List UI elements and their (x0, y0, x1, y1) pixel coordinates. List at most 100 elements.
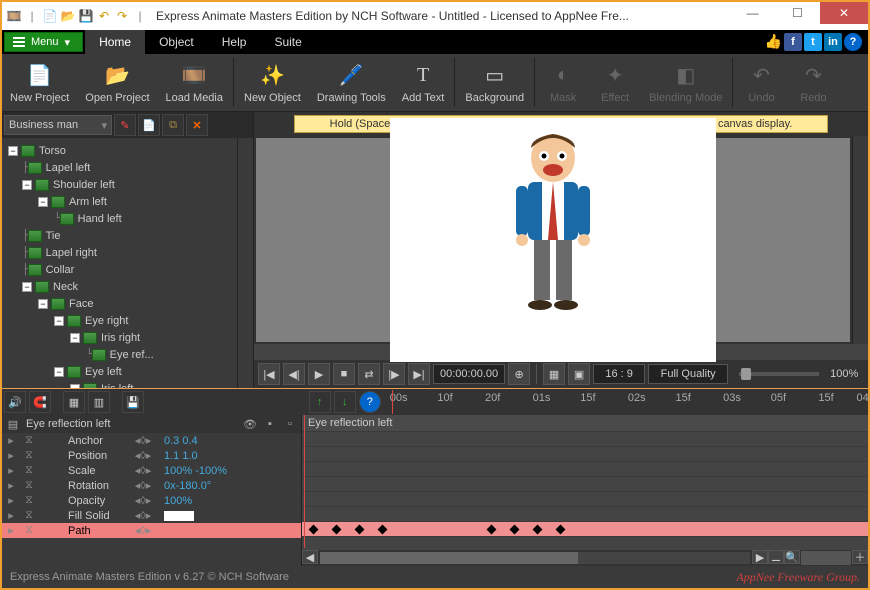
redo-button[interactable]: ↷Redo (787, 54, 839, 111)
prop-toggle-icon[interactable]: ▸ (2, 464, 20, 477)
load-media-button[interactable]: 🎞️Load Media (158, 54, 232, 111)
duplicate-icon[interactable]: ⧉ (162, 114, 184, 136)
playhead-line[interactable] (304, 415, 305, 548)
maximize-button[interactable]: ☐ (775, 2, 820, 24)
step-back-button[interactable]: ◀| (283, 363, 305, 385)
move-down-icon[interactable]: ↓ (334, 391, 356, 413)
tree-item-label[interactable]: Hand left (78, 213, 122, 225)
twitter-icon[interactable]: t (804, 33, 822, 51)
track-row[interactable] (302, 507, 868, 522)
property-row[interactable]: ▸⧖Path◂◊▸ (2, 523, 301, 538)
timeline-zoom-slider[interactable] (801, 551, 851, 565)
keyframe-icon[interactable] (332, 525, 342, 535)
loop-button[interactable]: ⇄ (358, 363, 380, 385)
blending-mode-button[interactable]: ◧Blending Mode (641, 54, 730, 111)
timecode-field[interactable]: 00:00:00.00 (433, 364, 505, 384)
tree-collapse-icon[interactable]: − (54, 316, 64, 326)
keyframe-icon[interactable] (378, 525, 388, 535)
collapse-icon[interactable]: ▤ (6, 417, 20, 431)
magnet-icon[interactable]: 🧲 (29, 391, 51, 413)
scroll-left-icon[interactable]: ◀ (302, 550, 318, 564)
effect-button[interactable]: ✦Effect (589, 54, 641, 111)
track-row[interactable] (302, 447, 868, 462)
new-object-button[interactable]: ✨New Object (236, 54, 309, 111)
property-row[interactable]: ▸⧖Opacity◂◊▸100% (2, 493, 301, 508)
tree-item-label[interactable]: Lapel left (46, 162, 91, 174)
zoom-in-icon[interactable]: ＋ (852, 550, 868, 564)
stopwatch-icon[interactable]: ⧖ (20, 509, 38, 522)
facebook-icon[interactable]: f (784, 33, 802, 51)
tree-item-label[interactable]: Iris left (101, 383, 133, 389)
tree-item-label[interactable]: Lapel right (46, 247, 97, 259)
property-value[interactable]: 0.3 0.4 (158, 435, 198, 447)
stopwatch-icon[interactable]: ⧖ (20, 494, 38, 507)
keyframe-nav[interactable]: ◂◊▸ (128, 479, 158, 492)
undo-icon[interactable]: ↶ (96, 8, 112, 24)
stopwatch-icon[interactable]: ⧖ (20, 449, 38, 462)
background-button[interactable]: ▭Background (457, 54, 532, 111)
property-row[interactable]: ▸⧖Rotation◂◊▸0x-180.0° (2, 478, 301, 493)
move-up-icon[interactable]: ↑ (309, 391, 331, 413)
open-project-button[interactable]: 📂Open Project (77, 54, 157, 111)
minimize-button[interactable]: — (730, 2, 775, 24)
canvas-v-scrollbar[interactable] (852, 136, 868, 344)
like-icon[interactable]: 👍 (765, 33, 782, 51)
property-row[interactable]: ▸⧖Anchor◂◊▸0.3 0.4 (2, 433, 301, 448)
keyframe-nav[interactable]: ◂◊▸ (128, 464, 158, 477)
stopwatch-icon[interactable]: ⧖ (20, 434, 38, 447)
tree-collapse-icon[interactable]: − (8, 146, 18, 156)
tl-tool1-icon[interactable]: ▦ (63, 391, 85, 413)
tab-home[interactable]: Home (85, 30, 145, 54)
track-header[interactable]: Eye reflection left (302, 415, 868, 432)
solo-icon[interactable]: ▫ (283, 417, 297, 431)
safe-zone-icon[interactable]: ▣ (568, 363, 590, 385)
canvas[interactable] (390, 118, 716, 362)
property-row[interactable]: ▸⧖Position◂◊▸1.1 1.0 (2, 448, 301, 463)
keyframe-icon[interactable] (556, 525, 566, 535)
aspect-ratio-field[interactable]: 16 : 9 (593, 364, 645, 384)
stopwatch-icon[interactable]: ⧖ (20, 479, 38, 492)
keyframe-icon[interactable] (355, 525, 365, 535)
stop-button[interactable]: ■ (333, 363, 355, 385)
object-tree[interactable]: −Torso ├ Lapel left −Shoulder left −Arm … (2, 138, 237, 388)
scrollbar-thumb[interactable] (320, 552, 578, 564)
keyframe-icon[interactable] (510, 525, 520, 535)
timeline-ruler[interactable]: 00s 10f 20f 01s 15f 02s 15f 03s 05f 15f … (390, 390, 866, 414)
tree-collapse-icon[interactable]: − (38, 299, 48, 309)
property-value[interactable]: 1.1 1.0 (158, 450, 198, 462)
mask-button[interactable]: ◐Mask (537, 54, 589, 111)
prop-toggle-icon[interactable]: ▸ (2, 479, 20, 492)
step-fwd-button[interactable]: |▶ (383, 363, 405, 385)
add-text-button[interactable]: TAdd Text (394, 54, 453, 111)
tab-object[interactable]: Object (145, 30, 208, 54)
track-row[interactable] (302, 492, 868, 507)
close-button[interactable]: ✕ (820, 2, 868, 24)
save-icon[interactable]: 💾 (78, 8, 94, 24)
tree-collapse-icon[interactable]: − (54, 367, 64, 377)
new-project-button[interactable]: 📄New Project (2, 54, 77, 111)
keyframe-nav[interactable]: ◂◊▸ (128, 494, 158, 507)
prop-toggle-icon[interactable]: ▸ (2, 449, 20, 462)
add-object-icon[interactable]: 📄 (138, 114, 160, 136)
undo-button[interactable]: ↶Undo (735, 54, 787, 111)
go-start-button[interactable]: |◀ (258, 363, 280, 385)
delete-icon[interactable]: ✕ (186, 114, 208, 136)
tree-item-label[interactable]: Shoulder left (53, 179, 115, 191)
color-swatch[interactable] (164, 511, 194, 521)
property-value[interactable]: 0x-180.0° (158, 480, 211, 492)
track-row[interactable] (302, 432, 868, 447)
tree-item-label[interactable]: Neck (53, 281, 78, 293)
tree-item-label[interactable]: Eye left (85, 366, 122, 378)
tree-scrollbar[interactable] (237, 138, 253, 388)
lock-icon[interactable]: ▪ (263, 417, 277, 431)
quality-field[interactable]: Full Quality (648, 364, 728, 384)
tree-collapse-icon[interactable]: − (22, 180, 32, 190)
prop-toggle-icon[interactable]: ▸ (2, 509, 20, 522)
play-button[interactable]: ▶ (308, 363, 330, 385)
stopwatch-icon[interactable]: ⧖ (20, 464, 38, 477)
property-value[interactable]: 100% (158, 495, 192, 507)
linkedin-icon[interactable]: in (824, 33, 842, 51)
keyframe-nav[interactable]: ◂◊▸ (128, 434, 158, 447)
tree-collapse-icon[interactable]: − (70, 384, 80, 389)
tree-item-label[interactable]: Face (69, 298, 93, 310)
